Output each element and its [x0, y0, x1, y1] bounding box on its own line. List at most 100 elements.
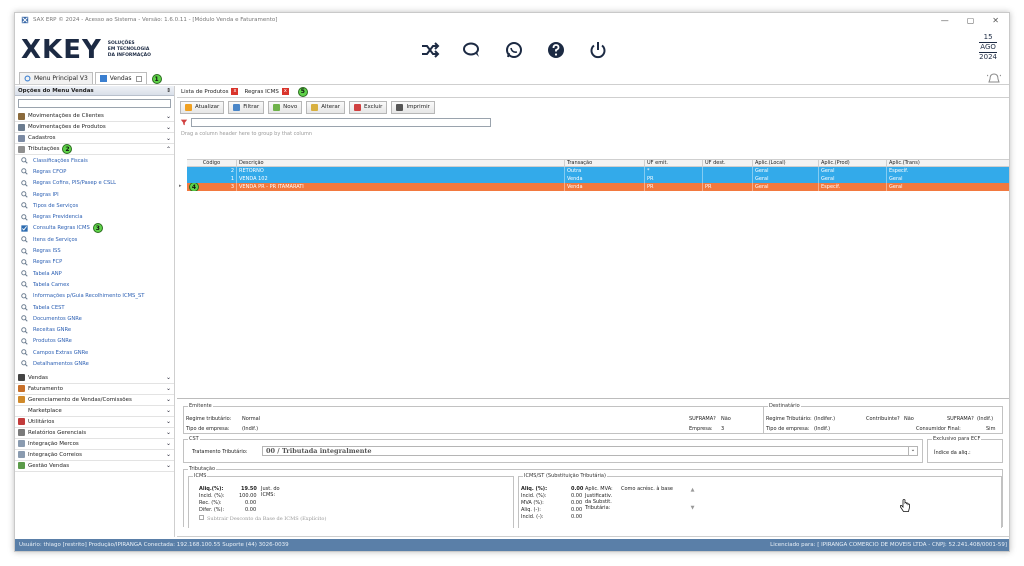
sidebar-subitem-label: Regras Cofins, PIS/Pasep e CSLL	[33, 180, 117, 187]
chevron-down-icon[interactable]: ⌄	[166, 135, 171, 142]
sidebar-subitem-tipos-de-servicos[interactable]: Tipos de Serviços	[15, 200, 174, 211]
sidebar-item-tributacoes[interactable]: Tributações 2 ⌃	[15, 144, 174, 155]
chevron-down-icon[interactable]: ⌄	[166, 113, 171, 120]
sidebar-subitem-informacoes-p-guia-recolhimento-icms-st[interactable]: Informações p/Guia Recolhimento ICMS_ST	[15, 291, 174, 302]
chevron-up-icon[interactable]: ⌃	[166, 146, 171, 153]
column-header-aplic-trans[interactable]: Aplic.(Trans)	[887, 160, 1009, 166]
subtrair-checkbox[interactable]: Subtrair Desconto da Base de ICMS (Explí…	[199, 515, 326, 522]
subtab-regras-icms[interactable]: Regras ICMS x	[244, 88, 289, 95]
date-day: 15	[983, 33, 993, 41]
maximize-button[interactable]: ▢	[967, 16, 975, 25]
sidebar-item-integracao-mercos[interactable]: Integração Mercos ⌄	[15, 439, 174, 450]
sidebar-subitem-classificacoes-fiscais[interactable]: Classificações Fiscais	[15, 155, 174, 166]
table-row[interactable]: 4 3 VENDA PR - PR ITAMARATI Venda PR PR Geral E…	[179, 183, 1009, 191]
atualizar-button[interactable]: Atualizar	[180, 100, 225, 114]
sidebar-item-movimentacoes-de-produtos[interactable]: Movimentações de Produtos ⌄	[15, 122, 174, 133]
filter-input[interactable]	[191, 117, 491, 127]
chevron-down-icon[interactable]: ⌄	[908, 447, 917, 455]
tab-close-icon[interactable]	[135, 75, 142, 82]
details-panel: Emitente Regime tributário: Normal Tipo …	[177, 398, 1009, 528]
chevron-down-icon[interactable]: ⌄	[166, 407, 171, 414]
sidebar-subitem-regras-iss[interactable]: Regras ISS	[15, 245, 174, 256]
imprimir-button[interactable]: Imprimir	[391, 100, 435, 114]
close-icon[interactable]: x	[231, 88, 239, 95]
column-header-uf-emit[interactable]: UF emit.	[645, 160, 703, 166]
chevron-down-icon[interactable]: ⌄	[166, 124, 171, 131]
sidebar-subitem-regras-cfop[interactable]: Regras CFOP	[15, 166, 174, 177]
sidebar-subitem-label: Tabela Camex	[33, 281, 70, 288]
shuffle-icon[interactable]	[420, 41, 440, 59]
chevron-down-icon[interactable]: ⌄	[166, 462, 171, 469]
column-header-transacao[interactable]: Transação	[565, 160, 645, 166]
novo-button[interactable]: Novo	[268, 100, 303, 114]
power-icon[interactable]	[588, 41, 608, 59]
sidebar-item-label: Integração Correios	[28, 451, 82, 458]
section-icon	[18, 462, 25, 470]
filtrar-button[interactable]: Filtrar	[228, 100, 265, 114]
sidebar-subitem-produtos-gnre[interactable]: Produtos GNRe	[15, 336, 174, 347]
scrollbar[interactable]: ▲ ▼	[689, 487, 696, 515]
tratamento-tributario-select[interactable]: 00 / Tributada integralmente ⌄	[262, 446, 918, 456]
chevron-down-icon[interactable]: ⌄	[166, 374, 171, 381]
sidebar-item-gerenciamento-de-vendas-comissoes[interactable]: Gerenciamento de Vendas/Comissões ⌄	[15, 395, 174, 406]
column-header-codigo[interactable]: Código	[187, 160, 237, 166]
chevron-down-icon[interactable]: ⌄	[166, 451, 171, 458]
bell-icon[interactable]	[987, 73, 1001, 85]
sidebar-subitem-campos-extras-gnre[interactable]: Campos Extras GNRe	[15, 347, 174, 358]
table-row[interactable]: 2 RETORNO Outra * Geral Geral Específ.	[187, 167, 1009, 175]
column-header-descricao[interactable]: Descrição	[237, 160, 565, 166]
tab-menu-principal[interactable]: Menu Principal V3	[19, 72, 93, 84]
title-bar: SAX ERP © 2024 - Acesso ao Sistema - Ver…	[15, 13, 1009, 27]
sidebar-subitem-label: Regras ISS	[33, 248, 61, 255]
sidebar-subitem-itens-de-servicos[interactable]: Itens de Serviços	[15, 234, 174, 245]
column-header-aplic-prod[interactable]: Aplic.(Prod)	[819, 160, 887, 166]
sidebar-subitem-documentos-gnre[interactable]: Documentos GNRe	[15, 313, 174, 324]
excluir-button[interactable]: Excluir	[348, 100, 388, 114]
search-icon	[21, 247, 28, 255]
sidebar-item-marketplace[interactable]: Marketplace ⌄	[15, 406, 174, 417]
sidebar-item-cadastros[interactable]: Cadastros ⌄	[15, 133, 174, 144]
sidebar-subitem-regras-ipi[interactable]: Regras IPI	[15, 189, 174, 200]
minimize-button[interactable]: —	[941, 16, 949, 25]
chevron-down-icon[interactable]: ⌄	[166, 418, 171, 425]
sidebar-item-vendas[interactable]: Vendas ⌄	[15, 373, 174, 384]
sidebar-item-gestao-vendas[interactable]: Gestão Vendas ⌄	[15, 461, 174, 472]
chevron-down-icon[interactable]: ⌄	[166, 385, 171, 392]
column-header-uf-dest[interactable]: UF dest.	[703, 160, 753, 166]
sidebar-search-input[interactable]	[18, 99, 171, 108]
alterar-button[interactable]: Alterar	[306, 100, 345, 114]
collapse-icon[interactable]: ⇕	[166, 88, 171, 94]
close-button[interactable]: ✕	[992, 16, 999, 25]
sidebar-item-faturamento[interactable]: Faturamento ⌄	[15, 384, 174, 395]
chevron-down-icon[interactable]: ⌄	[166, 440, 171, 447]
sidebar-item-utilitarios[interactable]: Utilitários ⌄	[15, 417, 174, 428]
close-icon[interactable]: x	[281, 88, 289, 95]
sidebar-subitem-tabela-anp[interactable]: Tabela ANP	[15, 268, 174, 279]
chevron-down-icon[interactable]: ⌄	[166, 396, 171, 403]
search-icon	[21, 213, 28, 221]
table-cell: PR	[645, 183, 703, 191]
sidebar-item-movimentacoes-de-clientes[interactable]: Movimentações de Clientes ⌄	[15, 111, 174, 122]
help-icon[interactable]	[546, 41, 566, 59]
sidebar-subitem-label: Classificações Fiscais	[33, 157, 88, 164]
search-icon	[21, 360, 28, 368]
sidebar-subitem-tabela-cest[interactable]: Tabela CEST	[15, 302, 174, 313]
sidebar-subitem-receitas-gnre[interactable]: Receitas GNRe	[15, 324, 174, 335]
whatsapp-icon[interactable]	[504, 41, 524, 59]
sidebar-subitem-regras-fcp[interactable]: Regras FCP	[15, 257, 174, 268]
chat-icon[interactable]	[462, 41, 482, 59]
sidebar-subitem-regras-previdencia[interactable]: Regras Previdencia	[15, 211, 174, 222]
sidebar-subitem-consulta-regras-icms[interactable]: Consulta Regras ICMS 3	[15, 223, 174, 234]
clear-filter-icon[interactable]	[180, 118, 188, 126]
column-header-aplic-local[interactable]: Aplic.(Local)	[753, 160, 819, 166]
sidebar-subitem-tabela-camex[interactable]: Tabela Camex	[15, 279, 174, 290]
chevron-down-icon[interactable]: ⌄	[166, 429, 171, 436]
table-row[interactable]: 1 VENDA 102 Venda PR Geral Geral Geral	[187, 175, 1009, 183]
subtab-lista-produtos[interactable]: Lista de Produtos x	[181, 88, 239, 95]
sidebar-subitem-detalhamentos-gnre[interactable]: Detalhamentos GNRe	[15, 358, 174, 369]
tab-vendas[interactable]: Vendas	[94, 72, 147, 84]
sidebar-item-relatorios-gerenciais[interactable]: Relatórios Gerenciais ⌄	[15, 428, 174, 439]
sidebar-item-integracao-correios[interactable]: Integração Correios ⌄	[15, 450, 174, 461]
window-title: SAX ERP © 2024 - Acesso ao Sistema - Ver…	[33, 17, 278, 23]
sidebar-subitem-regras-cofins-pis-pasep-e-csll[interactable]: Regras Cofins, PIS/Pasep e CSLL	[15, 178, 174, 189]
